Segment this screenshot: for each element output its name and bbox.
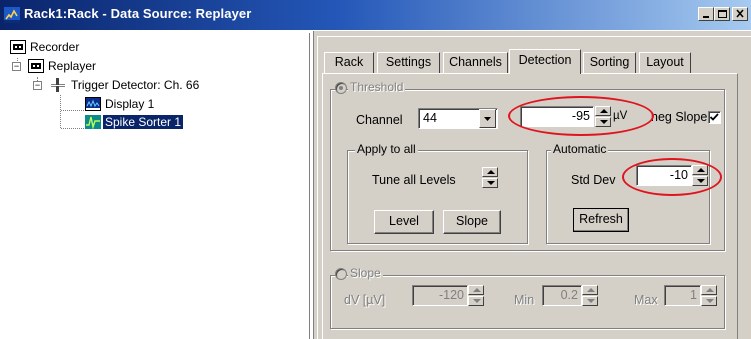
std-dev-value: -10 bbox=[669, 168, 688, 182]
max-value: 1 bbox=[690, 288, 697, 302]
min-spinner[interactable] bbox=[582, 285, 598, 306]
threshold-level-input[interactable]: -95 bbox=[520, 106, 594, 127]
up-arrow-icon bbox=[697, 168, 705, 172]
up-arrow-icon bbox=[587, 288, 595, 292]
std-dev-input[interactable]: -10 bbox=[636, 165, 692, 186]
dv-label: dV [µV] bbox=[344, 293, 386, 307]
spin-up-button[interactable] bbox=[482, 167, 498, 177]
title-bar: Rack1:Rack - Data Source: Replayer bbox=[0, 0, 751, 30]
threshold-unit-label: µV bbox=[613, 110, 628, 122]
tree-item-label: Replayer bbox=[48, 59, 97, 73]
max-label: Max bbox=[634, 293, 658, 307]
window-title: Rack1:Rack - Data Source: Replayer bbox=[24, 6, 252, 21]
spin-up-button[interactable] bbox=[582, 285, 598, 295]
tab-sorting[interactable]: Sorting bbox=[583, 52, 636, 73]
threshold-group-title: Threshold bbox=[348, 80, 406, 94]
apply-to-all-title: Apply to all bbox=[355, 142, 418, 156]
tree-line bbox=[61, 128, 84, 129]
slope-button[interactable]: Slope bbox=[443, 210, 501, 234]
dv-input[interactable]: -120 bbox=[412, 285, 468, 306]
spin-up-button[interactable] bbox=[468, 285, 484, 295]
slope-radio[interactable] bbox=[335, 268, 347, 280]
rack-tree[interactable]: Recorder − Replayer − Trigger Detector: … bbox=[3, 33, 310, 339]
threshold-radio[interactable] bbox=[335, 82, 347, 94]
spin-down-button[interactable] bbox=[692, 176, 708, 186]
spin-up-button[interactable] bbox=[692, 165, 708, 175]
neg-slope-label: neg Slope bbox=[651, 110, 708, 124]
tab-channels[interactable]: Channels bbox=[443, 52, 508, 73]
automatic-title: Automatic bbox=[551, 142, 609, 156]
app-icon bbox=[4, 7, 20, 23]
down-arrow-icon bbox=[473, 299, 481, 303]
refresh-button[interactable]: Refresh bbox=[573, 208, 629, 232]
tab-rack[interactable]: Rack bbox=[324, 52, 374, 73]
up-arrow-icon bbox=[600, 109, 608, 113]
collapse-icon[interactable]: − bbox=[12, 62, 21, 71]
spin-down-button[interactable] bbox=[482, 178, 498, 188]
chevron-down-icon bbox=[484, 117, 491, 121]
down-arrow-icon bbox=[587, 299, 595, 303]
max-input[interactable]: 1 bbox=[664, 285, 701, 306]
tab-layout[interactable]: Layout bbox=[639, 52, 691, 73]
threshold-level-value: -95 bbox=[571, 109, 590, 123]
tree-item-label: Recorder bbox=[30, 40, 80, 54]
up-arrow-icon bbox=[487, 170, 495, 174]
neg-slope-checkbox[interactable] bbox=[708, 111, 721, 124]
tree-item-label: Trigger Detector: Ch. 66 bbox=[71, 78, 200, 92]
tune-all-levels-label: Tune all Levels bbox=[372, 173, 456, 187]
tree-line bbox=[61, 110, 84, 111]
tab-detection[interactable]: Detection bbox=[509, 49, 581, 74]
min-input[interactable]: 0.2 bbox=[542, 285, 582, 306]
tune-all-levels-spinner[interactable] bbox=[482, 167, 498, 188]
threshold-level-spinner[interactable] bbox=[595, 106, 611, 127]
slope-group-title: Slope bbox=[348, 266, 383, 280]
minimize-icon bbox=[703, 16, 709, 18]
close-icon bbox=[736, 9, 744, 18]
min-label: Min bbox=[514, 293, 535, 307]
spin-down-button[interactable] bbox=[582, 296, 598, 306]
checkmark-icon bbox=[709, 113, 719, 121]
down-arrow-icon bbox=[487, 181, 495, 185]
replayer-icon bbox=[28, 59, 44, 73]
std-dev-spinner[interactable] bbox=[692, 165, 708, 186]
up-arrow-icon bbox=[706, 288, 714, 292]
level-button[interactable]: Level bbox=[374, 210, 434, 234]
spin-down-button[interactable] bbox=[701, 296, 717, 306]
up-arrow-icon bbox=[473, 288, 481, 292]
min-value: 0.2 bbox=[560, 288, 578, 302]
tree-item-label: Display 1 bbox=[105, 97, 155, 111]
down-arrow-icon bbox=[697, 179, 705, 183]
tree-line bbox=[60, 95, 61, 128]
channel-label: Channel bbox=[356, 113, 403, 127]
std-dev-label: Std Dev bbox=[571, 173, 616, 187]
maximize-icon bbox=[718, 10, 727, 18]
tab-settings[interactable]: Settings bbox=[377, 52, 440, 73]
trigger-detector-icon bbox=[50, 78, 66, 92]
display-icon bbox=[85, 97, 101, 111]
minimize-button[interactable] bbox=[698, 7, 714, 21]
max-spinner[interactable] bbox=[701, 285, 717, 306]
down-arrow-icon bbox=[706, 299, 714, 303]
channel-dropdown-button[interactable] bbox=[479, 109, 496, 128]
maximize-button[interactable] bbox=[714, 7, 730, 21]
spin-up-button[interactable] bbox=[595, 106, 611, 116]
dv-value: -120 bbox=[438, 288, 464, 302]
spin-down-button[interactable] bbox=[468, 296, 484, 306]
recorder-icon bbox=[10, 40, 26, 54]
spike-sorter-icon bbox=[85, 115, 101, 130]
spin-up-button[interactable] bbox=[701, 285, 717, 295]
collapse-icon[interactable]: − bbox=[33, 81, 42, 90]
tree-item-label: Spike Sorter 1 bbox=[103, 115, 184, 129]
close-button[interactable] bbox=[732, 7, 748, 21]
dv-spinner[interactable] bbox=[468, 285, 484, 306]
down-arrow-icon bbox=[600, 120, 608, 124]
channel-value: 44 bbox=[423, 111, 437, 125]
spin-down-button[interactable] bbox=[595, 117, 611, 127]
